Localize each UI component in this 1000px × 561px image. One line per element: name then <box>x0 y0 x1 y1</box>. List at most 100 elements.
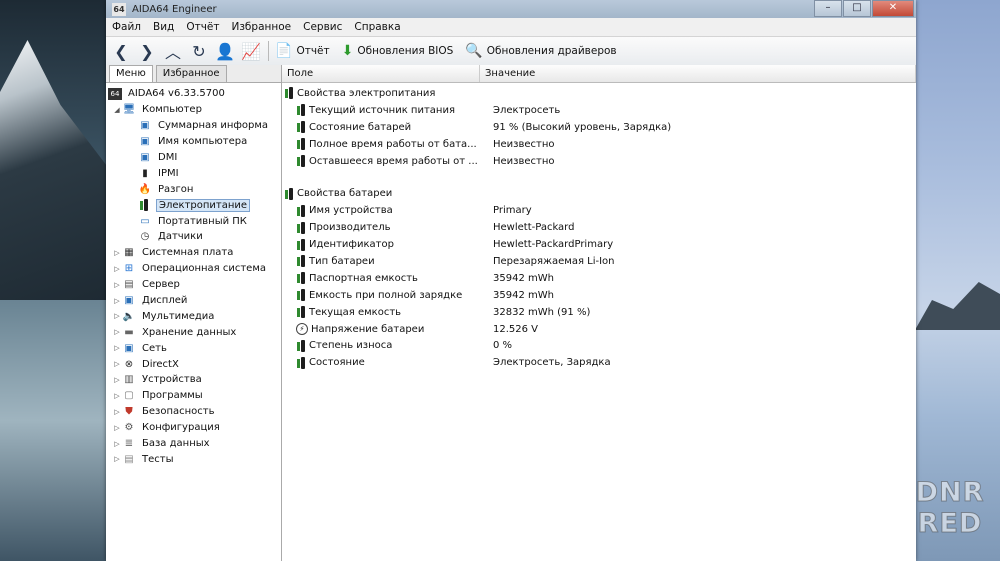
tree-item-overclock[interactable]: 🔥 Разгон <box>106 181 281 197</box>
list-item[interactable]: Состояние батарей 91 % (Высокий уровень,… <box>282 119 916 136</box>
list-item[interactable]: Идентификатор Hewlett-PackardPrimary <box>282 236 916 253</box>
device-icon: ▥ <box>124 374 134 386</box>
menu-help[interactable]: Справка <box>348 21 406 33</box>
column-field-header[interactable]: Поле <box>282 65 480 82</box>
tree-item-portable[interactable]: ▭ Портативный ПК <box>106 213 281 229</box>
tree-network[interactable]: ▷ ▣ Сеть <box>106 340 281 356</box>
tree-database[interactable]: ▷ ≣ База данных <box>106 436 281 452</box>
navigation-tree: 64 AIDA64 v6.33.5700 ◢ 🖥 Компьютер ▣ Сум… <box>106 83 281 467</box>
list-item[interactable]: Производитель Hewlett-Packard <box>282 219 916 236</box>
column-value-header[interactable]: Значение <box>480 65 916 82</box>
list-item[interactable]: Степень износа 0 % <box>282 337 916 354</box>
expand-arrow-icon[interactable]: ▷ <box>112 281 122 289</box>
list-item[interactable]: Имя устройства Primary <box>282 202 916 219</box>
config-icon: ⚙ <box>124 422 134 434</box>
expand-arrow-icon[interactable]: ▷ <box>112 249 122 257</box>
driver-update-button[interactable]: 🔍 Обновления драйверов <box>465 43 616 59</box>
chart-line-icon: 📈 <box>241 41 261 61</box>
battery-icon <box>296 289 306 302</box>
tree-programs[interactable]: ▷ ▢ Программы <box>106 388 281 404</box>
menu-file[interactable]: Файл <box>106 21 147 33</box>
monitor-icon: ▣ <box>140 120 150 132</box>
tree-item-summary[interactable]: ▣ Суммарная информа <box>106 118 281 134</box>
tree-storage[interactable]: ▷ ▬ Хранение данных <box>106 324 281 340</box>
tree-item-dmi[interactable]: ▣ DMI <box>106 150 281 166</box>
expand-arrow-icon[interactable]: ▷ <box>112 360 122 368</box>
bios-update-button[interactable]: ⬇ Обновления BIOS <box>342 43 454 59</box>
maximize-button[interactable]: □ <box>843 0 871 17</box>
list-item[interactable]: Полное время работы от бата... Неизвестн… <box>282 136 916 153</box>
document-icon: 📄 <box>275 43 293 59</box>
list-item[interactable]: Емкость при полной зарядке 35942 mWh <box>282 287 916 304</box>
user-button[interactable]: 👤 <box>214 40 236 62</box>
power-plug-icon <box>296 121 306 134</box>
menu-favorites[interactable]: Избранное <box>225 21 297 33</box>
list-item[interactable]: ⚡ Напряжение батареи 12.526 V <box>282 321 916 338</box>
list-item[interactable]: Паспортная емкость 35942 mWh <box>282 270 916 287</box>
battery-properties-group[interactable]: Свойства батареи <box>282 185 916 202</box>
tree-root[interactable]: 64 AIDA64 v6.33.5700 <box>106 86 281 102</box>
expand-arrow-icon[interactable]: ▷ <box>112 440 122 448</box>
minimize-button[interactable]: – <box>814 0 842 17</box>
up-button[interactable]: ︿ <box>162 40 184 62</box>
list-item[interactable]: Текущий источник питания Электросеть <box>282 102 916 119</box>
tree-directx[interactable]: ▷ ⊗ DirectX <box>106 356 281 372</box>
battery-icon <box>296 356 306 369</box>
expand-arrow-icon[interactable]: ▷ <box>112 297 122 305</box>
tree-item-computer-name[interactable]: ▣ Имя компьютера <box>106 134 281 150</box>
refresh-button[interactable]: ↻ <box>188 40 210 62</box>
report-label: Отчёт <box>296 45 330 57</box>
aida64-app-icon: 64 <box>112 2 126 16</box>
expand-arrow-icon[interactable]: ▷ <box>112 328 122 336</box>
graph-button[interactable]: 📈 <box>240 40 262 62</box>
flame-icon: 🔥 <box>138 183 152 195</box>
report-button[interactable]: 📄 Отчёт <box>275 43 330 59</box>
battery-icon <box>284 187 294 200</box>
tree-multimedia[interactable]: ▷ 🔈 Мультимедиа <box>106 308 281 324</box>
tree-security[interactable]: ▷ ⛊ Безопасность <box>106 404 281 420</box>
expand-arrow-icon[interactable]: ▷ <box>112 376 122 384</box>
expand-arrow-icon[interactable]: ▷ <box>112 344 122 352</box>
tree-server[interactable]: ▷ ▤ Сервер <box>106 277 281 293</box>
title-bar[interactable]: 64 AIDA64 Engineer – □ ✕ <box>106 0 916 18</box>
collapse-arrow-icon[interactable]: ◢ <box>112 106 122 114</box>
expand-arrow-icon[interactable]: ▷ <box>112 265 122 273</box>
expand-arrow-icon[interactable]: ▷ <box>112 408 122 416</box>
menu-service[interactable]: Сервис <box>297 21 348 33</box>
driver-update-label: Обновления драйверов <box>486 45 617 57</box>
tree-tests[interactable]: ▷ ▤ Тесты <box>106 451 281 467</box>
user-icon: 👤 <box>215 41 235 61</box>
tree-os[interactable]: ▷ ⊞ Операционная система <box>106 261 281 277</box>
list-item[interactable]: Тип батареи Перезаряжаемая Li-Ion <box>282 253 916 270</box>
back-button[interactable]: ❮ <box>110 40 132 62</box>
tree-config[interactable]: ▷ ⚙ Конфигурация <box>106 420 281 436</box>
menu-report[interactable]: Отчёт <box>180 21 225 33</box>
battery-icon <box>296 306 306 319</box>
tab-menu[interactable]: Меню <box>109 65 153 82</box>
expand-arrow-icon[interactable]: ▷ <box>112 392 122 400</box>
battery-icon <box>296 339 306 352</box>
tree-computer[interactable]: ◢ 🖥 Компьютер <box>106 102 281 118</box>
power-properties-group[interactable]: Свойства электропитания <box>282 85 916 102</box>
list-item[interactable]: Текущая емкость 32832 mWh (91 %) <box>282 304 916 321</box>
list-item[interactable]: Состояние Электросеть, Зарядка <box>282 354 916 371</box>
menu-view[interactable]: Вид <box>147 21 180 33</box>
tree-item-sensors[interactable]: ◷ Датчики <box>106 229 281 245</box>
list-item[interactable]: Оставшееся время работы от ... Неизвестн… <box>282 153 916 170</box>
tree-item-ipmi[interactable]: ▮ IPMI <box>106 165 281 181</box>
tree-motherboard[interactable]: ▷ ▦ Системная плата <box>106 245 281 261</box>
expand-arrow-icon[interactable]: ▷ <box>112 312 122 320</box>
speaker-icon: 🔈 <box>122 310 136 322</box>
tab-favorites[interactable]: Избранное <box>155 65 227 82</box>
tree-display[interactable]: ▷ ▣ Дисплей <box>106 293 281 309</box>
close-button[interactable]: ✕ <box>872 0 914 17</box>
left-tabs: Меню Избранное <box>106 65 281 83</box>
expand-arrow-icon[interactable]: ▷ <box>112 424 122 432</box>
tree-item-power[interactable]: Электропитание <box>106 197 281 213</box>
toolbar-divider <box>268 41 269 61</box>
tree-devices[interactable]: ▷ ▥ Устройства <box>106 372 281 388</box>
expand-arrow-icon[interactable]: ▷ <box>112 455 122 463</box>
chevron-right-icon: ❯ <box>140 41 154 61</box>
forward-button[interactable]: ❯ <box>136 40 158 62</box>
